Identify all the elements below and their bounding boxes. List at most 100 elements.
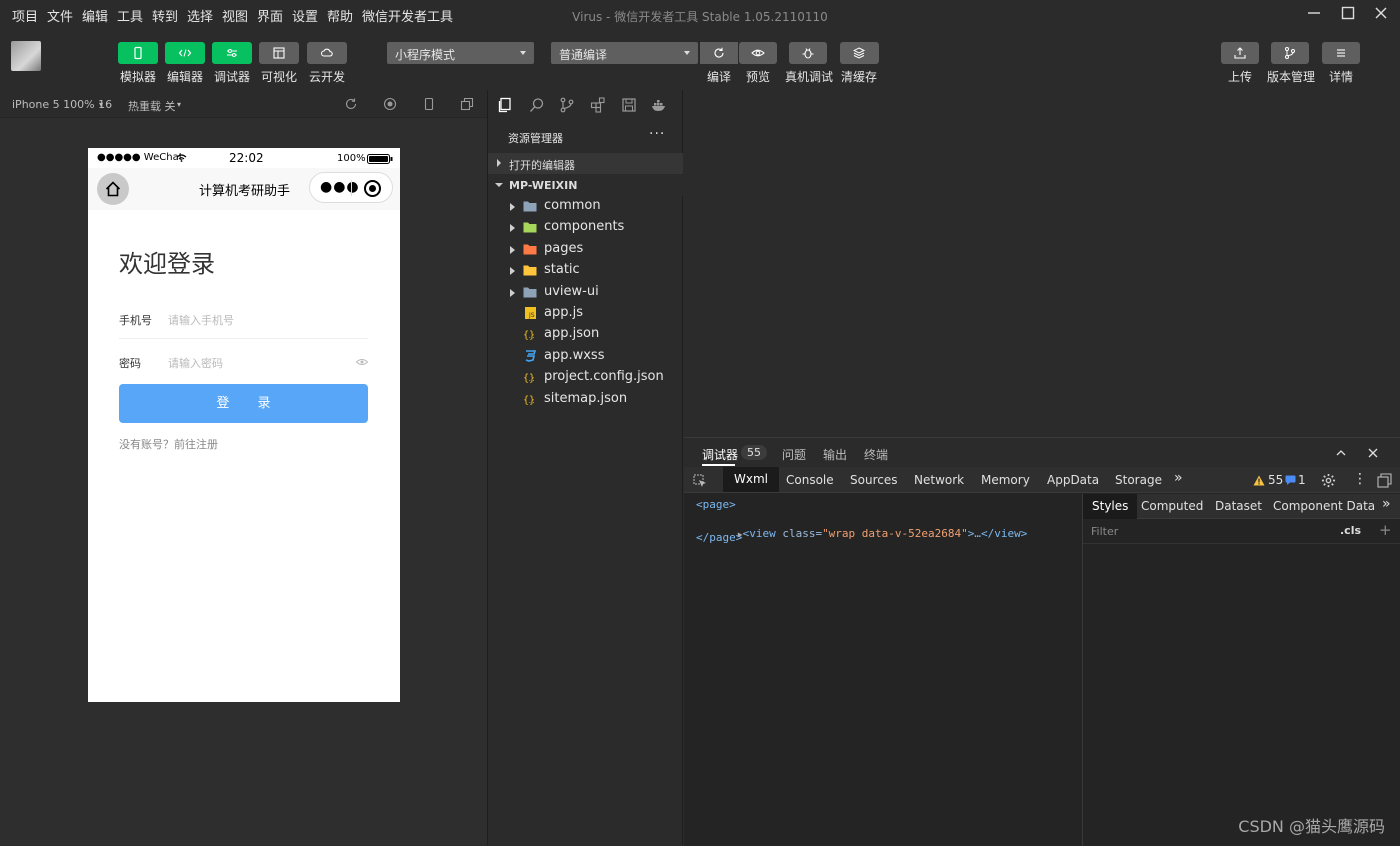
tab-issues[interactable]: 问题 — [782, 446, 806, 463]
simulator-button[interactable] — [118, 42, 158, 64]
tab-sources[interactable]: Sources — [850, 473, 897, 487]
tab-wxml[interactable]: Wxml — [723, 467, 779, 492]
close-miniprogram-icon[interactable] — [364, 180, 381, 197]
chevron-down-icon — [520, 51, 526, 55]
tab-output[interactable]: 输出 — [823, 446, 847, 463]
maximize-icon[interactable] — [1333, 4, 1363, 26]
rotate-icon[interactable] — [344, 97, 358, 111]
tab-styles[interactable]: Styles — [1083, 494, 1138, 519]
close-icon[interactable] — [1367, 447, 1379, 459]
upload-icon — [1234, 47, 1246, 59]
filter-input[interactable]: Filter — [1091, 525, 1118, 538]
search-icon[interactable] — [529, 97, 545, 113]
tab-terminal[interactable]: 终端 — [864, 446, 888, 463]
clock: 22:02 — [229, 151, 264, 165]
login-button[interactable]: 登 录 — [119, 384, 368, 423]
more-icon[interactable]: ●●● — [320, 179, 360, 195]
device-select[interactable]: iPhone 5 100% 16 — [12, 98, 112, 111]
compile-select[interactable]: 普通编译 — [551, 42, 698, 64]
inspect-icon[interactable] — [693, 474, 707, 488]
tab-network[interactable]: Network — [914, 473, 964, 487]
compile-button[interactable] — [700, 42, 738, 64]
chevron-down-icon — [495, 183, 503, 187]
tab-appdata[interactable]: AppData — [1047, 473, 1099, 487]
tree-item-sitemap-json[interactable]: {}.. sitemap.json — [488, 389, 683, 410]
code-line-view[interactable]: ▶<view class="wrap data-v-52ea2684">…</v… — [698, 514, 1028, 553]
popout-icon[interactable] — [460, 97, 474, 111]
tree-item-project-config-json[interactable]: {}.. project.config.json — [488, 367, 683, 388]
version-button[interactable] — [1271, 42, 1309, 64]
visualize-button[interactable] — [259, 42, 299, 64]
tree-item-static[interactable]: static — [488, 260, 683, 281]
code-line-page-close[interactable]: </page> — [696, 531, 742, 544]
real-debug-button[interactable] — [789, 42, 827, 64]
chevron-down-icon — [684, 51, 690, 55]
upload-button[interactable] — [1221, 42, 1259, 64]
project-section[interactable]: MP-WEIXIN — [488, 175, 683, 196]
tab-memory[interactable]: Memory — [981, 473, 1030, 487]
tab-component-data[interactable]: Component Data — [1273, 499, 1375, 513]
tree-item-pages[interactable]: pages — [488, 239, 683, 260]
warning-count[interactable]: 55 — [1268, 473, 1283, 487]
more-tabs-icon[interactable]: » — [1174, 470, 1183, 486]
cls-toggle[interactable]: .cls — [1340, 524, 1361, 537]
tree-item-app-wxss[interactable]: app.wxss — [488, 346, 683, 367]
chevron-down-icon: ▾ — [99, 100, 104, 109]
gear-icon[interactable] — [1321, 473, 1336, 488]
kebab-icon[interactable]: ⋮ — [1353, 471, 1367, 487]
register-link[interactable]: 没有账号？前往注册 — [119, 436, 218, 452]
home-icon — [105, 181, 121, 197]
tab-debugger[interactable]: 调试器 — [702, 446, 738, 463]
cloud-button[interactable] — [307, 42, 347, 64]
debugger-button[interactable] — [212, 42, 252, 64]
mode-select[interactable]: 小程序模式 — [387, 42, 534, 64]
tree-item-app-json[interactable]: {}.. app.json — [488, 324, 683, 345]
active-tab-indicator — [702, 464, 735, 466]
tree-item-uview-ui[interactable]: uview-ui — [488, 282, 683, 303]
tab-computed[interactable]: Computed — [1141, 499, 1203, 513]
docker-icon[interactable] — [651, 97, 667, 113]
close-icon[interactable] — [1366, 4, 1396, 26]
eye-icon[interactable] — [356, 358, 368, 366]
record-icon[interactable] — [383, 97, 397, 111]
debugger-count-badge: 55 — [741, 445, 767, 460]
code-line-page-open[interactable]: <page> — [696, 498, 736, 511]
open-editors-label: 打开的编辑器 — [509, 159, 575, 172]
more-tabs-icon[interactable]: » — [1382, 496, 1391, 512]
info-count[interactable]: 1 — [1298, 473, 1306, 487]
menu-icon — [1337, 49, 1345, 57]
tree-item-common[interactable]: common — [488, 196, 683, 217]
chevron-right-icon — [510, 224, 515, 233]
chevron-right-icon — [510, 267, 515, 276]
avatar[interactable] — [11, 41, 41, 71]
phone-icon[interactable] — [422, 97, 436, 111]
hot-reload-toggle[interactable]: 热重载 关 — [128, 98, 176, 114]
git-branch-icon[interactable] — [559, 97, 575, 113]
chevron-up-icon[interactable] — [1335, 447, 1347, 459]
divider — [119, 338, 368, 339]
phone-input[interactable]: 请输入手机号 — [168, 312, 234, 328]
clear-cache-button[interactable] — [840, 42, 879, 64]
open-editors-section[interactable]: 打开的编辑器 — [488, 153, 683, 174]
home-button[interactable] — [97, 173, 129, 205]
preview-button[interactable] — [739, 42, 777, 64]
tree-item-label: app.wxss — [544, 347, 605, 363]
project-label: MP-WEIXIN — [509, 179, 578, 192]
add-style-icon[interactable]: + — [1379, 521, 1392, 539]
capsule-menu: ●●● — [309, 172, 393, 203]
details-button[interactable] — [1322, 42, 1360, 64]
tree-item-components[interactable]: components — [488, 217, 683, 238]
save-icon[interactable] — [621, 97, 637, 113]
more-icon[interactable]: ··· — [649, 126, 665, 142]
minimize-icon[interactable] — [1299, 4, 1329, 26]
files-icon[interactable] — [497, 97, 513, 113]
tree-item-app-js[interactable]: JS app.js — [488, 303, 683, 324]
tab-dataset[interactable]: Dataset — [1215, 499, 1262, 513]
dock-icon[interactable] — [1377, 473, 1392, 488]
extensions-icon[interactable] — [590, 97, 606, 113]
tab-storage[interactable]: Storage — [1115, 473, 1162, 487]
password-input[interactable]: 请输入密码 — [168, 355, 223, 371]
tab-console[interactable]: Console — [786, 473, 834, 487]
editor-button[interactable] — [165, 42, 205, 64]
clear-cache-label: 清缓存 — [840, 70, 877, 84]
